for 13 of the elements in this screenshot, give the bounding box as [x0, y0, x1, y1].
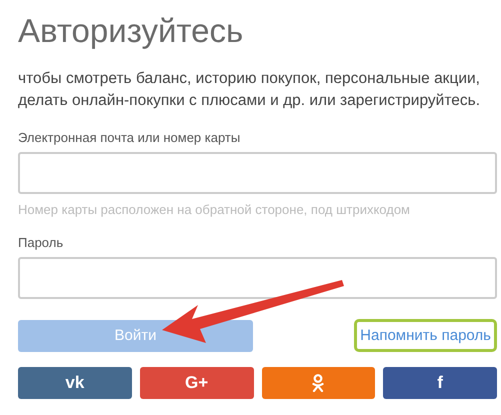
input-field[interactable]	[18, 152, 497, 194]
field-label: Электронная почта или номер карты	[18, 130, 242, 145]
person-icon	[312, 374, 324, 392]
description-text: чтобы смотреть баланс, историю покупок, персональные акции, делать онлайн-покупки с плюсами и др. или зарегистрируйтесь.	[18, 69, 481, 111]
facebook-button[interactable]: f	[383, 367, 497, 399]
vk-button[interactable]: vk	[18, 367, 132, 399]
ok-button[interactable]	[262, 367, 376, 399]
input-field[interactable]	[18, 257, 497, 299]
hint-text: Номер карты расположен на обратной стороне, под штрихкодом	[18, 202, 411, 217]
page-title: Авторизуйтесь	[18, 12, 244, 50]
remind-password-link[interactable]: Напомнить пароль	[354, 319, 497, 352]
field-label: Пароль	[18, 235, 64, 250]
google-plus-button[interactable]: G+	[140, 367, 254, 399]
